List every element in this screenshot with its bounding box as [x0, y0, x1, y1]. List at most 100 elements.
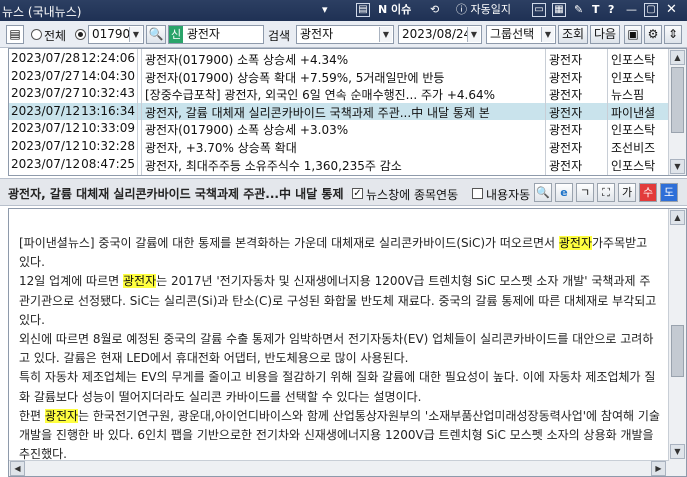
- news-source-cell: 인포스탁: [611, 53, 656, 67]
- article-text-run: 12일 업계에 따르면: [19, 274, 123, 289]
- scroll-down-icon[interactable]: ▼: [670, 159, 685, 174]
- radio-all-label: 전체: [44, 29, 67, 43]
- article-text-run: 한편: [19, 408, 45, 423]
- link-icon[interactable]: ⟲: [430, 2, 439, 18]
- close-icon[interactable]: ✕: [666, 2, 677, 18]
- news-time-cell: 10:33:09: [81, 121, 135, 136]
- scroll-up-icon[interactable]: ▲: [670, 50, 685, 65]
- news-source-cell: 조선비즈: [611, 141, 656, 155]
- grid-icon[interactable]: ▦: [552, 3, 566, 17]
- radio-code[interactable]: [75, 29, 86, 40]
- article-paragraph: 한편 광전자는 한국전기연구원, 광운대,아이언디바이스와 함께 산업통상자원부…: [19, 407, 661, 465]
- auto-content-label: 내용자동: [486, 188, 531, 202]
- auto-log-button[interactable]: ⓘ 자동일지: [456, 2, 511, 18]
- query-button[interactable]: 조회: [558, 25, 588, 44]
- column-divider: [137, 49, 138, 175]
- article-text-run: [파이낸셜뉴스] 중국이 갈륨에 대한 통제를 본격화하는 가운데 대체재로 실…: [19, 236, 559, 250]
- article-text-run: 는 한국전기연구원, 광운대,아이언디바이스와 함께 산업통상자원부의 '소재부…: [19, 408, 660, 462]
- scroll-thumb[interactable]: [671, 325, 684, 377]
- group-select[interactable]: 그룹선택 ▼: [486, 25, 556, 44]
- article-paragraph: 특히 자동차 제조업체는 EV의 무게를 줄이고 비용을 절감하기 위해 질화 …: [19, 368, 661, 406]
- help-button[interactable]: ?: [608, 2, 614, 18]
- zoom-icon[interactable]: 🔍: [534, 183, 552, 202]
- maximize-icon[interactable]: ▢: [644, 3, 658, 17]
- radio-all[interactable]: [31, 29, 42, 40]
- chevron-down-icon[interactable]: ▼: [541, 27, 554, 42]
- group-select-value: 그룹선택: [490, 27, 535, 41]
- news-row[interactable]: 2023/07/28 12:24:06 광전자(017900) 소폭 상승세 +4.…: [9, 50, 669, 67]
- news-source-cell: 뉴스핌: [611, 88, 645, 103]
- list-scrollbar[interactable]: ▲ ▼: [668, 49, 686, 175]
- news-title-cell: 광전자(017900) 상승폭 확대 +7.59%, 5거래일만에 반등: [145, 70, 445, 85]
- gear-icon[interactable]: ⚙: [644, 25, 662, 44]
- issue-button[interactable]: N 이슈: [378, 2, 411, 18]
- stock-code-input[interactable]: 017900 ▼: [88, 25, 144, 44]
- chevron-down-icon[interactable]: ▼: [129, 27, 142, 42]
- news-time-cell: 14:04:30: [81, 68, 135, 83]
- date-input[interactable]: 2023/08/24 ▼: [398, 25, 482, 44]
- buy-button[interactable]: 도: [660, 183, 678, 202]
- article-text-run: 외신에 따르면 8월로 예정된 중국의 갈륨 수출 통제가 임박하면서 전기자동…: [19, 332, 654, 366]
- dropdown-icon[interactable]: ▾: [322, 2, 328, 18]
- sell-button[interactable]: 수: [639, 183, 657, 202]
- next-button[interactable]: 다음: [590, 25, 620, 44]
- news-row[interactable]: 2023/07/12 13:16:34 광전자, 갈륨 대체재 실리콘카바이드 국책…: [9, 102, 669, 120]
- article-hscrollbar[interactable]: ◀ ▶: [9, 460, 669, 476]
- news-list-icon[interactable]: ▤: [6, 25, 24, 44]
- news-time-cell: 13:16:34: [81, 103, 135, 118]
- news-stock-cell: 광전자: [549, 53, 583, 67]
- font-size-button[interactable]: T: [592, 2, 600, 18]
- scroll-thumb[interactable]: [671, 67, 684, 133]
- search-label: 검색: [268, 29, 291, 43]
- news-row[interactable]: 2023/07/12 10:33:09 광전자(017900) 소폭 상승세 +3.…: [9, 120, 669, 137]
- browser-icon[interactable]: e: [555, 183, 573, 202]
- news-time-cell: 10:32:43: [81, 86, 135, 101]
- column-divider: [141, 49, 142, 175]
- search-icon[interactable]: 🔍: [146, 25, 166, 44]
- article-panel: [파이낸셜뉴스] 중국이 갈륨에 대한 통제를 본격화하는 가운데 대체재로 실…: [8, 208, 687, 477]
- article-body: [파이낸셜뉴스] 중국이 갈륨에 대한 통제를 본격화하는 가운데 대체재로 실…: [19, 234, 661, 464]
- article-scrollbar[interactable]: ▲ ▼: [668, 209, 686, 476]
- search-keyword-value: 광전자: [300, 27, 334, 41]
- split-icon[interactable]: ⇕: [664, 25, 682, 44]
- settings-icon[interactable]: ✎: [574, 2, 583, 18]
- chevron-down-icon[interactable]: ▼: [379, 27, 392, 42]
- font-icon[interactable]: ㄱ: [576, 183, 594, 202]
- news-stock-cell: 광전자: [549, 158, 583, 173]
- stock-name-field[interactable]: 신 광전자: [168, 25, 264, 44]
- news-source-cell: 인포스탁: [611, 158, 656, 173]
- auto-content-checkbox[interactable]: [472, 188, 483, 199]
- scroll-down-icon[interactable]: ▼: [670, 444, 685, 459]
- article-paragraph: 12일 업계에 따르면 광전자는 2017년 '전기자동차 및 신재생에너지용 …: [19, 272, 661, 330]
- news-row[interactable]: 2023/07/12 10:32:28 광전자, +3.70% 상승폭 확대 광전자 조…: [9, 138, 669, 155]
- calendar-dropdown-icon[interactable]: ▼: [467, 27, 480, 42]
- news-source-cell: 파이낸셜: [611, 105, 656, 120]
- column-divider: [607, 49, 608, 175]
- news-source-cell: 인포스탁: [611, 123, 656, 138]
- news-list: 2023/07/28 12:24:06 광전자(017900) 소폭 상승세 +4.…: [8, 48, 687, 176]
- minimize-icon[interactable]: —: [626, 2, 637, 18]
- article-headline: 광전자, 갈륨 대체재 실리콘카바이드 국책과제 주관...中 내달 통제 본격…: [8, 187, 348, 201]
- news-row[interactable]: 2023/07/27 14:04:30 광전자(017900) 상승폭 확대 +7.…: [9, 68, 669, 85]
- detail-toolbar: 광전자, 갈륨 대체재 실리콘카바이드 국책과제 주관...中 내달 통제 본격…: [0, 178, 687, 206]
- highlighted-keyword: 광전자: [558, 236, 593, 250]
- news-stock-cell: 광전자: [549, 105, 583, 120]
- badge-new: 신: [169, 26, 183, 43]
- restore-icon[interactable]: ▭: [532, 3, 546, 17]
- text-size-icon[interactable]: 가: [618, 183, 636, 202]
- scroll-left-icon[interactable]: ◀: [10, 461, 25, 476]
- window-icon[interactable]: ▤: [356, 3, 370, 17]
- scroll-up-icon[interactable]: ▲: [670, 210, 685, 225]
- save-icon[interactable]: ▣: [624, 25, 642, 44]
- news-time-cell: 12:24:06: [81, 51, 135, 65]
- news-stock-cell: 광전자: [549, 88, 583, 103]
- link-news-checkbox[interactable]: ✓: [352, 188, 363, 199]
- news-title-cell: [장중수급포착] 광전자, 외국인 6일 연속 순매수행진... 주가 +4.6…: [145, 88, 496, 103]
- date-value: 2023/08/24: [402, 27, 472, 41]
- search-keyword-select[interactable]: 광전자 ▼: [296, 25, 394, 44]
- news-row[interactable]: 2023/07/12 08:47:25 광전자, 최대주주등 소유주식수 1,360…: [9, 156, 669, 173]
- search-toolbar: ▤ 전체 017900 ▼ 🔍 신 광전자 검색 광전자 ▼ 2023/08/2…: [0, 21, 687, 48]
- news-row[interactable]: 2023/07/27 10:32:43 [장중수급포착] 광전자, 외국인 6일 연…: [9, 85, 669, 102]
- expand-icon[interactable]: ⛶: [597, 183, 615, 202]
- scroll-right-icon[interactable]: ▶: [651, 461, 666, 476]
